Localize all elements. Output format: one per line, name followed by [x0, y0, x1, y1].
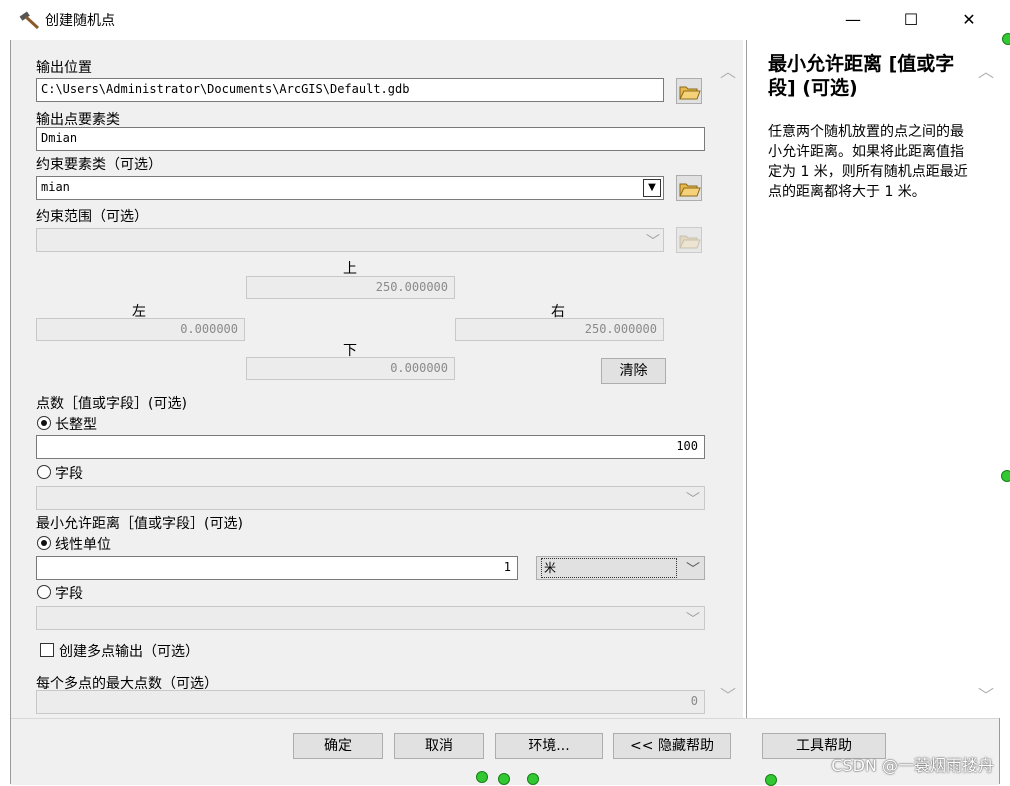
hide-help-button[interactable]: << 隐藏帮助: [613, 733, 731, 759]
map-point: [1001, 470, 1010, 482]
min-dist-field-label: 字段: [55, 586, 83, 602]
extent-top-input[interactable]: 250.000000: [246, 276, 455, 299]
extent-left-input[interactable]: 0.000000: [36, 318, 245, 341]
environments-button[interactable]: 环境...: [495, 733, 603, 759]
min-dist-linear-radio[interactable]: [37, 536, 51, 550]
chevron-down-icon: ﹀: [686, 492, 700, 508]
browse-output-location-button[interactable]: [676, 78, 702, 104]
extent-top-label: 上: [343, 261, 357, 277]
max-points-input[interactable]: 0: [36, 690, 705, 714]
num-points-long-radio[interactable]: [37, 416, 51, 430]
extent-right-input[interactable]: 250.000000: [455, 318, 664, 341]
num-points-field-label: 字段: [55, 466, 83, 482]
chevron-down-icon: ﹀: [686, 612, 700, 628]
chevron-down-icon: ﹀: [686, 562, 700, 578]
constraint-extent-label: 约束范围（可选）: [36, 209, 148, 225]
help-scroll-up-icon[interactable]: ︿: [978, 58, 994, 82]
watermark: CSDN @一蓑烟雨搂舟: [831, 756, 994, 775]
folder-open-icon: [679, 183, 701, 197]
min-dist-field-radio[interactable]: [37, 585, 51, 599]
min-dist-linear-label: 线性单位: [55, 537, 111, 553]
output-fc-label: 输出点要素类: [36, 112, 120, 128]
num-points-long-label: 长整型: [55, 417, 97, 433]
window-title: 创建随机点: [45, 13, 115, 29]
chevron-down-icon: ﹀: [646, 234, 660, 250]
multipoint-checkbox[interactable]: [40, 643, 54, 657]
constraint-extent-select[interactable]: [36, 228, 664, 252]
map-point: [476, 771, 488, 783]
scroll-down-icon[interactable]: ﹀: [720, 682, 736, 706]
minimize-button[interactable]: —: [830, 0, 876, 40]
scroll-up-icon[interactable]: ︿: [720, 58, 736, 82]
ok-button[interactable]: 确定: [293, 733, 383, 759]
output-fc-input[interactable]: Dmian: [36, 127, 705, 151]
help-scroll-down-icon[interactable]: ﹀: [978, 682, 994, 706]
clear-extent-button[interactable]: 清除: [601, 358, 666, 384]
num-points-label: 点数［值或字段］(可选): [36, 396, 187, 412]
min-dist-unit-value: 米: [541, 558, 678, 578]
map-point: [1002, 33, 1010, 45]
min-dist-unit-select[interactable]: 米: [536, 556, 705, 580]
multipoint-label: 创建多点输出（可选）: [59, 644, 199, 660]
browse-extent-button[interactable]: [676, 227, 702, 253]
folder-open-icon: [679, 86, 701, 100]
extent-bottom-input[interactable]: 0.000000: [246, 357, 455, 380]
map-point: [527, 773, 539, 785]
folder-open-icon: [679, 235, 701, 249]
num-points-input[interactable]: 100: [36, 435, 705, 459]
map-point: [765, 774, 777, 786]
help-title: 最小允许距离 [值或字段] (可选): [768, 53, 955, 99]
chevron-down-icon[interactable]: ▼: [643, 179, 661, 197]
help-body: 任意两个随机放置的点之间的最小允许距离。如果将此距离值指定为 1 米，则所有随机…: [768, 124, 968, 200]
map-point: [498, 773, 510, 785]
num-points-field-select[interactable]: [36, 486, 705, 510]
min-dist-field-select[interactable]: [36, 606, 705, 630]
cancel-button[interactable]: 取消: [394, 733, 484, 759]
min-dist-input[interactable]: 1: [36, 556, 518, 580]
hammer-icon: [18, 9, 42, 31]
browse-constraint-fc-button[interactable]: [676, 175, 702, 201]
output-location-input[interactable]: C:\Users\Administrator\Documents\ArcGIS\…: [36, 78, 664, 102]
constraint-fc-select[interactable]: mian: [36, 176, 664, 200]
close-button[interactable]: ✕: [946, 0, 992, 40]
num-points-field-radio[interactable]: [37, 465, 51, 479]
maximize-button[interactable]: ☐: [888, 0, 934, 40]
constraint-fc-label: 约束要素类（可选）: [36, 157, 162, 173]
min-dist-label: 最小允许距离［值或字段］(可选): [36, 516, 243, 532]
output-location-label: 输出位置: [36, 60, 92, 76]
